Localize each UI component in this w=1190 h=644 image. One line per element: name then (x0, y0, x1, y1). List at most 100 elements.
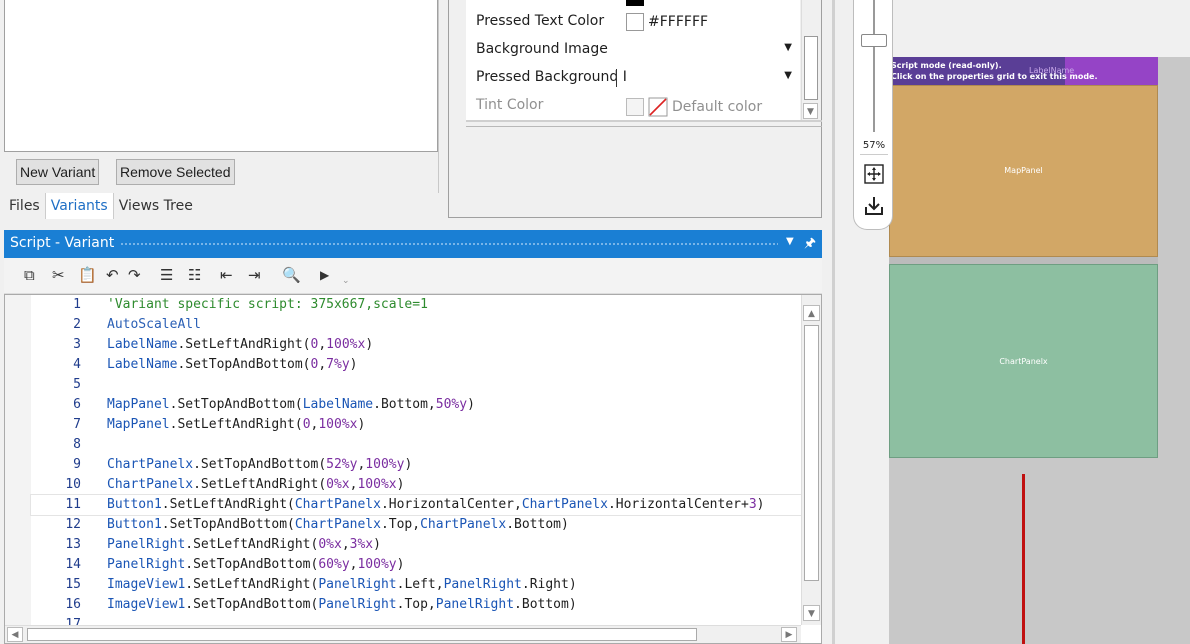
code-token: PanelRight (443, 577, 522, 592)
remove-selected-button[interactable]: Remove Selected (116, 159, 235, 185)
code-token: PanelRight (107, 537, 186, 552)
color-swatch (626, 98, 644, 116)
toolbar-overflow-icon[interactable]: ⌄ (342, 272, 350, 290)
cut-icon[interactable]: ✂ (52, 266, 65, 284)
code-line[interactable]: 8 (31, 435, 801, 455)
run-icon[interactable]: ▶ (320, 266, 329, 284)
scroll-left-arrow-icon[interactable]: ◀ (7, 627, 23, 642)
code-token: MapPanel (107, 417, 170, 432)
code-text: MapPanel.SetTopAndBottom(LabelName.Botto… (107, 395, 475, 415)
code-token: ChartPanelx (294, 497, 381, 512)
code-line[interactable]: 11 Button1.SetLeftAndRight(ChartPanelx.Ho… (30, 494, 802, 516)
fit-to-screen-icon[interactable] (863, 163, 885, 185)
outdent-icon[interactable]: ⇤ (220, 266, 233, 284)
tab-views-tree[interactable]: Views Tree (114, 193, 198, 219)
code-token: .SetLeftAndRight( (185, 537, 319, 552)
scroll-down-arrow-icon[interactable]: ▼ (803, 605, 820, 621)
code-line[interactable]: 13 PanelRight.SetLeftAndRight(0%x,3%x) (31, 535, 801, 555)
code-line[interactable]: 5 (31, 375, 801, 395)
code-token: .Top, (380, 517, 421, 532)
code-line[interactable]: 7 MapPanel.SetLeftAndRight(0,100%x) (31, 415, 801, 435)
scrollbar-thumb[interactable] (27, 628, 697, 641)
comment-icon[interactable]: ☰ (160, 266, 173, 284)
color-swatch-black (626, 0, 644, 6)
code-line[interactable]: 2 AutoScaleAll (31, 315, 801, 335)
color-swatch[interactable] (626, 13, 644, 31)
zoom-slider-track[interactable] (873, 0, 875, 132)
code-token: LabelName (107, 357, 178, 372)
code-token: ) (357, 417, 366, 432)
code-token: .SetTopAndBottom( (161, 517, 295, 532)
splitter[interactable] (832, 0, 835, 644)
designer-canvas-top (889, 0, 1190, 57)
code-text: LabelName.SetTopAndBottom(0,7%y) (107, 355, 357, 375)
code-text: ImageView1.SetTopAndBottom(PanelRight.To… (107, 595, 577, 615)
copy-icon[interactable]: ⧉ (24, 266, 35, 284)
line-number: 6 (73, 397, 81, 412)
properties-scrollbar[interactable]: ▼ (801, 0, 819, 120)
prop-row-pressed-text-color[interactable]: Pressed Text Color #FFFFFF (466, 8, 800, 37)
code-text: PanelRight.SetLeftAndRight(0%x,3%x) (107, 535, 381, 555)
scrollbar-thumb[interactable] (804, 325, 819, 581)
code-line[interactable]: 1 'Variant specific script: 375x667,scale… (31, 295, 801, 315)
script-panel-title: Script - Variant (10, 235, 115, 251)
code-text: PanelRight.SetTopAndBottom(60%y,100%y) (107, 555, 404, 575)
tab-files[interactable]: Files (4, 193, 45, 219)
code-line[interactable]: 16 ImageView1.SetTopAndBottom(PanelRight.… (31, 595, 801, 615)
code-line[interactable]: 12 Button1.SetTopAndBottom(ChartPanelx.To… (31, 515, 801, 535)
tab-variants[interactable]: Variants (44, 193, 114, 219)
editor-vertical-scrollbar[interactable]: ▲ ▼ (801, 295, 821, 625)
code-token: 0 (302, 417, 311, 432)
text-caret (616, 69, 617, 87)
search-icon[interactable]: 🔍 (282, 266, 301, 284)
pin-icon[interactable]: 🖈 (804, 234, 816, 256)
code-token: .Bottom) (514, 597, 577, 612)
chart-panel-caption: ChartPanelx (999, 357, 1048, 366)
code-token: ) (404, 457, 413, 472)
code-token: ) (365, 337, 374, 352)
indent-icon[interactable]: ⇥ (248, 266, 261, 284)
prop-row-background-image[interactable]: Background Image ▼ (466, 36, 800, 65)
label-name-panel[interactable]: Script mode (read-only). Click on the pr… (889, 57, 1158, 85)
chart-panel[interactable]: ChartPanelx (889, 264, 1158, 458)
panel-menu-icon[interactable]: ▼ (786, 236, 794, 247)
zoom-slider-thumb[interactable] (861, 34, 887, 47)
scroll-down-arrow-icon[interactable]: ▼ (803, 103, 818, 119)
new-variant-button[interactable]: New Variant (16, 159, 100, 185)
code-token: , (318, 357, 327, 372)
download-icon[interactable] (863, 195, 885, 217)
code-editor[interactable]: 1 'Variant specific script: 375x667,scale… (4, 294, 822, 644)
code-token: ChartPanelx (107, 477, 194, 492)
scroll-right-arrow-icon[interactable]: ▶ (781, 627, 797, 642)
dropdown-arrow-icon[interactable]: ▼ (784, 70, 792, 81)
code-token: PanelRight (107, 557, 186, 572)
code-line[interactable]: 6 MapPanel.SetTopAndBottom(LabelName.Bott… (31, 395, 801, 415)
dropdown-arrow-icon[interactable]: ▼ (784, 42, 792, 53)
undo-icon[interactable]: ↶ (106, 266, 119, 284)
scrollbar-thumb[interactable] (804, 36, 818, 100)
scroll-up-arrow-icon[interactable]: ▲ (803, 305, 820, 321)
code-line[interactable]: 14 PanelRight.SetTopAndBottom(60%y,100%y) (31, 555, 801, 575)
code-token: .SetLeftAndRight( (161, 497, 295, 512)
map-panel[interactable]: MapPanel (889, 85, 1158, 257)
code-line[interactable]: 15 ImageView1.SetLeftAndRight(PanelRight.… (31, 575, 801, 595)
script-toolbar: ⧉ ✂ 📋 ↶ ↷ ☰ ☷ ⇤ ⇥ 🔍 ▶ ⌄ (4, 258, 822, 294)
prop-row-pressed-background[interactable]: Pressed Background I ▼ (466, 64, 800, 93)
prop-row-tint-color: Tint Color Default color (466, 92, 800, 121)
code-line[interactable]: 10 ChartPanelx.SetLeftAndRight(0%x,100%x) (31, 475, 801, 495)
zoom-toolbar: 57% (853, 0, 893, 230)
code-line[interactable]: 9 ChartPanelx.SetTopAndBottom(52%y,100%y) (31, 455, 801, 475)
code-line[interactable]: 3 LabelName.SetLeftAndRight(0,100%x) (31, 335, 801, 355)
redo-icon[interactable]: ↷ (128, 266, 141, 284)
paste-icon[interactable]: 📋 (78, 266, 97, 284)
uncomment-icon[interactable]: ☷ (188, 266, 201, 284)
code-line[interactable]: 4 LabelName.SetTopAndBottom(0,7%y) (31, 355, 801, 375)
variant-list[interactable] (4, 0, 438, 152)
code-token: .SetTopAndBottom( (193, 457, 327, 472)
code-token: .SetLeftAndRight( (177, 337, 311, 352)
code-token: .HorizontalCenter+ (607, 497, 749, 512)
line-number: 13 (65, 537, 81, 552)
code-token: .Left, (396, 577, 444, 592)
code-token: .HorizontalCenter, (380, 497, 522, 512)
editor-horizontal-scrollbar[interactable]: ◀ ▶ (5, 625, 801, 643)
